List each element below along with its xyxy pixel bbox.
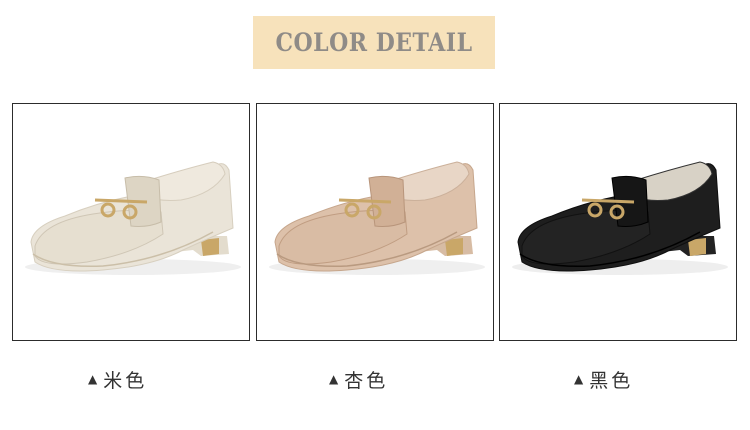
- color-name: 米色: [103, 369, 148, 392]
- triangle-icon: ▲: [329, 372, 339, 386]
- shoe-black-image: [512, 161, 728, 275]
- banner-title: COLOR DETAIL: [275, 27, 473, 58]
- color-swatch-apricot: [256, 103, 494, 341]
- title-banner: COLOR DETAIL: [253, 16, 495, 69]
- color-swatch-black: [499, 103, 737, 341]
- shoe-apricot-image: [269, 161, 485, 275]
- color-name: 杏色: [344, 369, 389, 392]
- color-name: 黑色: [589, 369, 634, 392]
- triangle-icon: ▲: [574, 372, 584, 386]
- color-label-apricot: ▲ 杏色: [329, 366, 388, 392]
- color-label-black: ▲ 黑色: [574, 366, 633, 392]
- triangle-icon: ▲: [88, 372, 98, 386]
- shoe-beige-image: [25, 161, 241, 275]
- color-label-beige: ▲ 米色: [88, 366, 147, 392]
- color-swatch-beige: [12, 103, 250, 341]
